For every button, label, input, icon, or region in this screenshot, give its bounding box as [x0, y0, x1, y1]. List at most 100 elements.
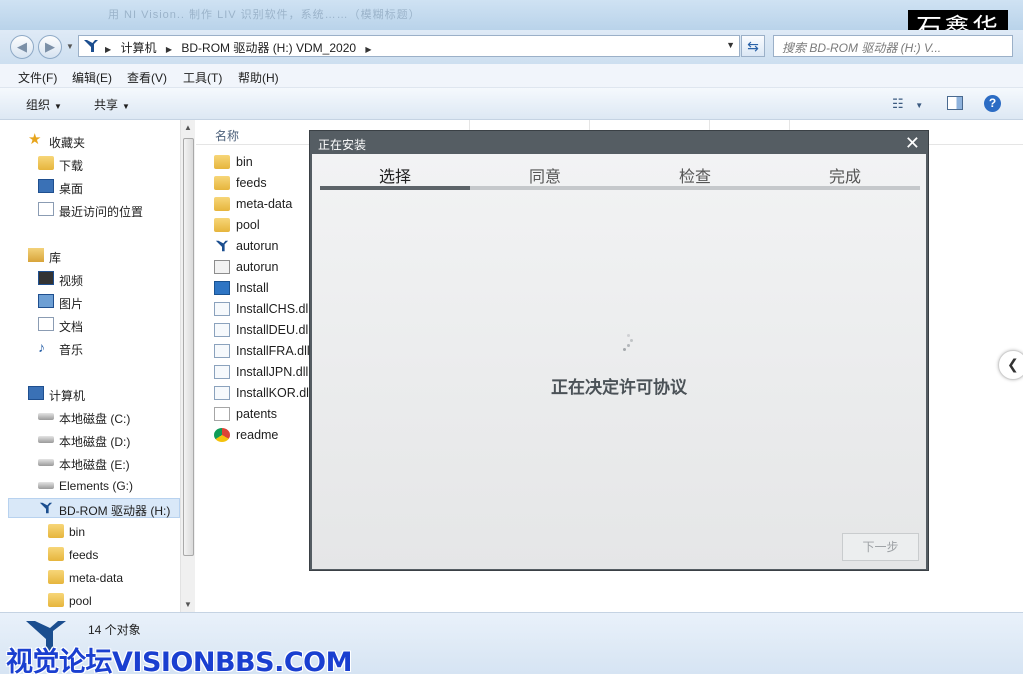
- file-name: pool: [236, 218, 260, 232]
- menu-bar: 文件(F) 编辑(E) 查看(V) 工具(T) 帮助(H): [0, 64, 1023, 88]
- file-name: InstallFRA.dll: [236, 344, 310, 358]
- nav-item-label: BD-ROM 驱动器 (H:): [59, 504, 171, 518]
- dll-icon: [214, 365, 230, 379]
- chrome-html-icon: [214, 428, 230, 442]
- breadcrumb-separator-icon[interactable]: ▶: [166, 45, 172, 54]
- view-options-icon[interactable]: ☷ ▼: [892, 96, 923, 112]
- file-name: autorun: [236, 260, 279, 274]
- share-button[interactable]: 共享 ▼: [94, 96, 130, 113]
- nav-item-label: 视频: [59, 274, 84, 288]
- library-icon: [28, 248, 44, 262]
- nav-computer-label: 计算机: [49, 389, 86, 403]
- nav-subfolder-bin[interactable]: bin: [48, 522, 178, 542]
- chevron-down-icon: ▼: [54, 102, 62, 111]
- star-icon: ★: [28, 131, 42, 148]
- nav-item-documents[interactable]: 文档: [38, 315, 178, 335]
- menu-edit[interactable]: 编辑(E): [72, 69, 112, 86]
- nav-subfolder-meta-data[interactable]: meta-data: [48, 568, 178, 588]
- dll-icon: [214, 344, 230, 358]
- organize-button[interactable]: 组织 ▼: [26, 96, 62, 113]
- file-name: InstallDEU.dll: [236, 323, 312, 337]
- nav-scrollbar[interactable]: ▲ ▼: [180, 120, 195, 612]
- drive-icon: [38, 436, 54, 443]
- file-name: bin: [236, 155, 253, 169]
- dll-icon: [214, 323, 230, 337]
- next-button[interactable]: 下一步: [842, 533, 919, 561]
- search-input[interactable]: 搜索 BD-ROM 驱动器 (H:) V...: [773, 35, 1013, 57]
- breadcrumb-computer[interactable]: 计算机: [121, 41, 157, 55]
- menu-view[interactable]: 查看(V): [127, 69, 167, 86]
- side-panel-toggle-button[interactable]: ❮: [998, 350, 1023, 380]
- close-icon[interactable]: ✕: [905, 133, 920, 153]
- dialog-body: 选择 同意 检查 完成 正在决定许可协议 下一步: [312, 154, 926, 569]
- desktop-icon: [38, 179, 54, 193]
- menu-help[interactable]: 帮助(H): [238, 69, 279, 86]
- recent-pages-dropdown-icon[interactable]: ▼: [66, 42, 74, 51]
- document-icon: [38, 317, 54, 331]
- nav-item-drive-d[interactable]: 本地磁盘 (D:): [38, 430, 178, 450]
- folder-icon: [48, 570, 64, 584]
- forum-watermark: 视觉论坛VISIONBBS.COM: [6, 647, 352, 674]
- forward-arrow-icon: ▶: [45, 39, 55, 54]
- step-finish: 完成: [828, 169, 861, 186]
- scroll-down-icon[interactable]: ▼: [184, 600, 192, 609]
- menu-file[interactable]: 文件(F): [18, 69, 57, 86]
- chevron-down-icon: ▼: [122, 102, 130, 111]
- nav-libraries[interactable]: 库: [28, 246, 168, 266]
- folder-icon: [214, 176, 230, 190]
- nav-computer[interactable]: 计算机: [28, 384, 168, 404]
- nav-item-drive-g[interactable]: Elements (G:): [38, 476, 178, 496]
- nav-favorites[interactable]: ★ 收藏夹: [28, 131, 168, 151]
- nav-item-recent[interactable]: 最近访问的位置: [38, 200, 178, 220]
- nav-item-label: 本地磁盘 (E:): [59, 458, 130, 472]
- dll-icon: [214, 302, 230, 316]
- nav-item-drive-e[interactable]: 本地磁盘 (E:): [38, 453, 178, 473]
- nav-favorites-label: 收藏夹: [49, 136, 86, 150]
- nav-item-pictures[interactable]: 图片: [38, 292, 178, 312]
- back-button[interactable]: ◀: [10, 35, 34, 59]
- nav-subfolder-pool[interactable]: pool: [48, 591, 178, 611]
- preview-pane-icon[interactable]: [947, 96, 963, 110]
- file-name: patents: [236, 407, 278, 421]
- nav-item-videos[interactable]: 视频: [38, 269, 178, 289]
- nav-subfolder-feeds[interactable]: feeds: [48, 545, 178, 565]
- nav-item-label: 文档: [59, 320, 84, 334]
- back-arrow-icon: ◀: [17, 39, 27, 54]
- breadcrumb[interactable]: ▶ 计算机 ▶ BD-ROM 驱动器 (H:) VDM_2020 ▶ ▼: [78, 35, 740, 57]
- nav-item-label: feeds: [69, 548, 99, 562]
- text-file-icon: [214, 407, 230, 421]
- nav-item-label: 最近访问的位置: [59, 205, 144, 219]
- file-name: feeds: [236, 176, 267, 190]
- help-icon[interactable]: ?: [984, 95, 1001, 112]
- address-dropdown-icon[interactable]: ▼: [726, 40, 735, 50]
- column-name[interactable]: 名称: [215, 127, 239, 144]
- nav-item-drive-c[interactable]: 本地磁盘 (C:): [38, 407, 178, 427]
- window-title-blurred: 用 NI Vision.. 制作 LIV 识别软件，系统……（模糊标题）: [108, 9, 421, 21]
- nav-item-label: 图片: [59, 297, 84, 311]
- breadcrumb-separator-icon[interactable]: ▶: [365, 45, 371, 54]
- nav-item-desktop[interactable]: 桌面: [38, 177, 178, 197]
- item-count: 14 个对象: [88, 623, 141, 637]
- step-progress-bar: [320, 186, 920, 190]
- step-select: 选择: [378, 169, 411, 186]
- chevron-left-icon: ❮: [1007, 356, 1019, 372]
- wizard-steps: 选择 同意 检查 完成: [320, 154, 920, 190]
- breadcrumb-drive[interactable]: BD-ROM 驱动器 (H:) VDM_2020: [181, 41, 356, 55]
- installer-icon: [214, 281, 230, 295]
- breadcrumb-separator-icon[interactable]: ▶: [105, 45, 111, 54]
- organize-label: 组织: [26, 98, 51, 112]
- step-agree: 同意: [528, 169, 561, 186]
- file-name: InstallJPN.dll: [236, 365, 309, 379]
- nav-item-music[interactable]: ♪ 音乐: [38, 338, 178, 358]
- forward-button[interactable]: ▶: [38, 35, 62, 59]
- refresh-button[interactable]: ⇆: [741, 35, 765, 57]
- file-name: InstallCHS.dll: [236, 302, 312, 316]
- nav-item-label: pool: [69, 594, 92, 608]
- menu-tools[interactable]: 工具(T): [183, 69, 222, 86]
- scrollbar-thumb[interactable]: [183, 138, 194, 556]
- scroll-up-icon[interactable]: ▲: [184, 123, 192, 132]
- share-label: 共享: [94, 98, 119, 112]
- nav-item-downloads[interactable]: 下载: [38, 154, 178, 174]
- nav-item-drive-h[interactable]: BD-ROM 驱动器 (H:): [8, 498, 180, 518]
- window-titlebar: 用 NI Vision.. 制作 LIV 识别软件，系统……（模糊标题）: [0, 0, 1023, 30]
